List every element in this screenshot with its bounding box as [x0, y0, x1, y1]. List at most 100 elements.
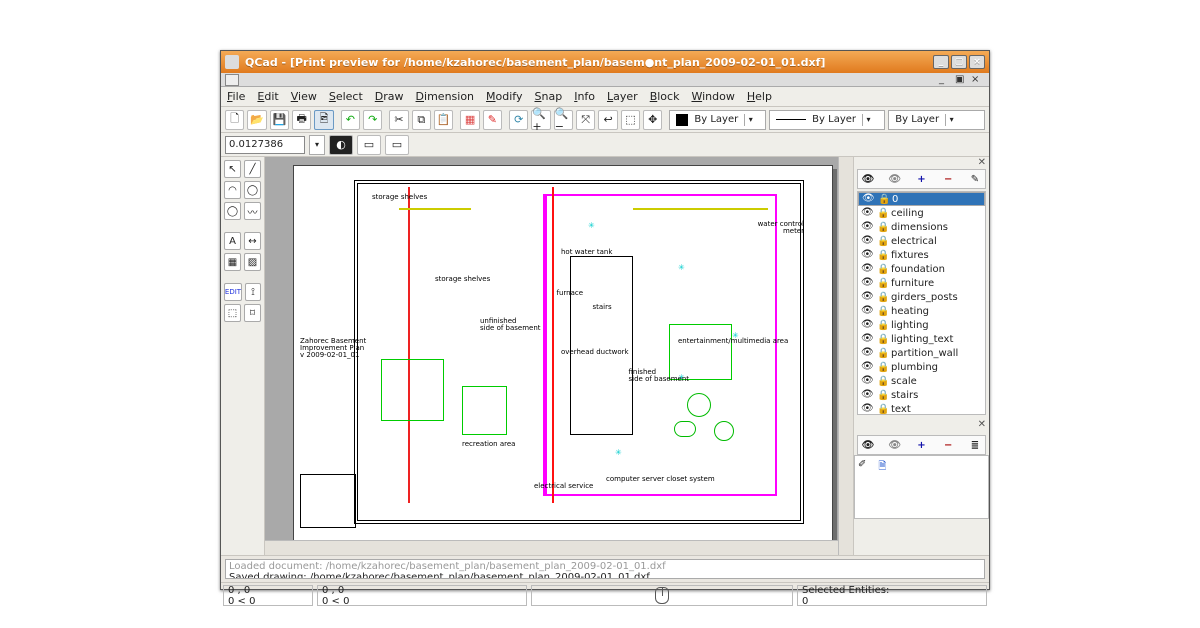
eye-icon[interactable]	[861, 291, 873, 303]
mdi-close-button[interactable]: ×	[971, 74, 985, 86]
menu-help[interactable]: Help	[747, 90, 772, 103]
layer-row-furniture[interactable]: 🔒furniture	[858, 276, 985, 290]
arc-tools-icon[interactable]: ◠	[224, 181, 241, 199]
lock-icon[interactable]: 🔒	[877, 362, 887, 373]
lock-icon[interactable]: 🔒	[877, 404, 887, 415]
paste-icon[interactable]: 📋	[434, 110, 453, 130]
eye-icon[interactable]	[862, 193, 874, 205]
center-page-icon[interactable]: ▭	[357, 135, 381, 155]
command-line[interactable]: Loaded document: /home/kzahorec/basement…	[225, 559, 985, 579]
layer-row-dimensions[interactable]: 🔒dimensions	[858, 220, 985, 234]
color-selector[interactable]: By Layer ▾	[669, 110, 766, 130]
polyline-tools-icon[interactable]: 〰	[244, 202, 261, 220]
layer-row-plumbing[interactable]: 🔒plumbing	[858, 360, 985, 374]
menu-select[interactable]: Select	[329, 90, 363, 103]
layer-row-fixtures[interactable]: 🔒fixtures	[858, 248, 985, 262]
scale-input[interactable]: 0.0127386	[225, 136, 305, 154]
block-hideall-icon[interactable]: 👁	[888, 440, 902, 451]
eye-icon[interactable]	[861, 361, 873, 373]
grid-icon[interactable]: ▦	[460, 110, 479, 130]
block-panel-close-icon[interactable]: ✕	[854, 419, 989, 431]
layer-row-text[interactable]: 🔒text	[858, 402, 985, 415]
menu-window[interactable]: Window	[691, 90, 734, 103]
layer-row-girders_posts[interactable]: 🔒girders_posts	[858, 290, 985, 304]
drawing-canvas[interactable]: ✳ ✳ ✳ ✳ ✳ Zahorec Basement Improvement P…	[265, 157, 854, 555]
eye-icon[interactable]	[861, 389, 873, 401]
menu-view[interactable]: View	[291, 90, 317, 103]
menu-layer[interactable]: Layer	[607, 90, 638, 103]
lock-icon[interactable]: 🔒	[877, 250, 887, 261]
layer-row-scale[interactable]: 🔒scale	[858, 374, 985, 388]
layer-add-icon[interactable]: +	[915, 174, 929, 185]
layer-list[interactable]: 🔒0🔒ceiling🔒dimensions🔒electrical🔒fixture…	[857, 191, 986, 415]
eye-icon[interactable]	[861, 221, 873, 233]
block-showall-icon[interactable]: 👁	[861, 440, 875, 451]
close-button[interactable]: ×	[969, 55, 985, 69]
lock-icon[interactable]: 🔒	[877, 348, 887, 359]
block-remove-icon[interactable]: −	[941, 440, 955, 451]
scale-dropdown[interactable]: ▾	[309, 135, 325, 155]
redo-icon[interactable]: ↷	[363, 110, 382, 130]
zoom-auto-icon[interactable]: ⤧	[576, 110, 595, 130]
dimension-tools-icon[interactable]: ↔	[244, 232, 261, 250]
line-tools-icon[interactable]: ╱	[244, 160, 261, 178]
block-item-paper-icon[interactable]: 🗎	[878, 459, 886, 515]
menu-snap[interactable]: Snap	[535, 90, 563, 103]
lock-icon[interactable]: 🔒	[877, 334, 887, 345]
print-icon[interactable]: 🖶	[292, 110, 311, 130]
layer-panel-close-icon[interactable]: ✕	[854, 157, 989, 169]
layer-row-lighting[interactable]: 🔒lighting	[858, 318, 985, 332]
menu-dimension[interactable]: Dimension	[416, 90, 474, 103]
layer-row-electrical[interactable]: 🔒electrical	[858, 234, 985, 248]
menu-info[interactable]: Info	[574, 90, 595, 103]
layer-row-heating[interactable]: 🔒heating	[858, 304, 985, 318]
zoom-prev-icon[interactable]: ↩	[598, 110, 617, 130]
lock-icon[interactable]: 🔒	[877, 306, 887, 317]
undo-icon[interactable]: ↶	[341, 110, 360, 130]
layer-showall-icon[interactable]: 👁	[861, 174, 875, 185]
zoom-window-icon[interactable]: ⬚	[621, 110, 640, 130]
menu-block[interactable]: Block	[650, 90, 680, 103]
layer-remove-icon[interactable]: −	[941, 174, 955, 185]
zoom-pan-icon[interactable]: ✥	[643, 110, 662, 130]
edit-tools-icon[interactable]: EDIT	[224, 283, 242, 301]
cut-icon[interactable]: ✂	[389, 110, 408, 130]
measure-tools-icon[interactable]: ⟟	[245, 283, 261, 301]
eye-icon[interactable]	[861, 375, 873, 387]
lock-icon[interactable]: 🔒	[877, 320, 887, 331]
menu-draw[interactable]: Draw	[375, 90, 404, 103]
copy-icon[interactable]: ⧉	[412, 110, 431, 130]
eye-icon[interactable]	[861, 207, 873, 219]
eye-icon[interactable]	[861, 277, 873, 289]
save-icon[interactable]: 💾	[270, 110, 289, 130]
print-preview-icon[interactable]: 🖻	[314, 110, 333, 130]
layer-row-ceiling[interactable]: 🔒ceiling	[858, 206, 985, 220]
block-add-icon[interactable]: +	[915, 440, 929, 451]
zoom-redraw-icon[interactable]: ⟳	[509, 110, 528, 130]
minimize-button[interactable]: _	[933, 55, 949, 69]
image-tools-icon[interactable]: ▨	[244, 253, 261, 271]
lock-icon[interactable]: 🔒	[877, 264, 887, 275]
lock-icon[interactable]: 🔒	[877, 208, 887, 219]
pointer-icon[interactable]: ↖	[224, 160, 241, 178]
layer-row-lighting_text[interactable]: 🔒lighting_text	[858, 332, 985, 346]
block-item-handle-icon[interactable]: ✐	[858, 459, 866, 515]
layer-row-0[interactable]: 🔒0	[858, 192, 985, 206]
eye-icon[interactable]	[861, 347, 873, 359]
lock-icon[interactable]: 🔒	[877, 278, 887, 289]
maximize-button[interactable]: ▢	[951, 55, 967, 69]
lineweight-selector[interactable]: By Layer ▾	[888, 110, 985, 130]
eye-icon[interactable]	[861, 249, 873, 261]
eye-icon[interactable]	[861, 319, 873, 331]
titlebar[interactable]: QCad - [Print preview for /home/kzahorec…	[221, 51, 989, 73]
open-icon[interactable]: 📂	[247, 110, 266, 130]
text-tools-icon[interactable]: A	[224, 232, 241, 250]
zoom-out-icon[interactable]: 🔍−	[554, 110, 573, 130]
layer-hideall-icon[interactable]: 👁	[888, 174, 902, 185]
hatch-tools-icon[interactable]: ▦	[224, 253, 241, 271]
select-tools-icon[interactable]: ⬚	[224, 304, 241, 322]
menu-file[interactable]: File	[227, 90, 245, 103]
lock-icon[interactable]: 🔒	[877, 390, 887, 401]
block-tools-icon[interactable]: ⌑	[244, 304, 261, 322]
mdi-restore-button[interactable]: ▣	[955, 74, 969, 86]
